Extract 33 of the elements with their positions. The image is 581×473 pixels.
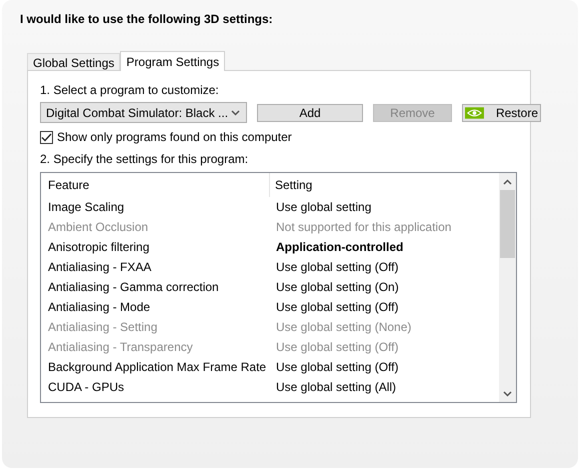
feature-cell[interactable]: CUDA - GPUs	[41, 378, 270, 396]
column-header[interactable]: Setting	[270, 173, 499, 197]
specify-label: 2. Specify the settings for this program:	[40, 151, 250, 166]
scroll-down-icon[interactable]	[503, 390, 512, 396]
action-button[interactable]: Add	[257, 104, 363, 122]
checkmark-icon	[41, 132, 52, 142]
eye-logo-icon	[465, 106, 484, 118]
tab[interactable]: Program Settings	[120, 51, 226, 71]
restore-button[interactable]: Restore	[462, 104, 541, 122]
feature-cell[interactable]: Background Application Max Frame Rate	[41, 358, 270, 376]
program-dropdown[interactable]: Digital Combat Simulator: Black ...	[40, 102, 247, 123]
feature-cell[interactable]: Antialiasing - Gamma correction	[41, 278, 270, 296]
setting-cell[interactable]: Application-controlled	[270, 238, 499, 256]
feature-cell[interactable]: Antialiasing - FXAA	[41, 258, 270, 276]
setting-cell[interactable]: Use global setting (All)	[270, 378, 499, 396]
setting-cell[interactable]: Use global setting	[270, 198, 499, 216]
column-header[interactable]: Feature	[41, 173, 270, 197]
scroll-up-icon[interactable]	[503, 178, 512, 184]
setting-cell[interactable]: Use global setting (Off)	[270, 258, 499, 276]
dropdown-caret-icon[interactable]	[231, 110, 240, 116]
scrollbar-thumb[interactable]	[500, 190, 515, 258]
feature-cell[interactable]: Anisotropic filtering	[41, 238, 270, 256]
checkbox[interactable]	[40, 130, 53, 144]
select-label: 1. Select a program to customize:	[40, 82, 220, 97]
checkbox-label[interactable]: Show only programs found on this computer	[57, 128, 292, 146]
section-heading: I would like to use the following 3D settings:	[20, 11, 274, 26]
setting-cell[interactable]: Use global setting (Off)	[270, 298, 499, 316]
scrollbar[interactable]	[499, 173, 516, 402]
setting-cell[interactable]: Use global setting (Off)	[270, 358, 499, 376]
feature-cell[interactable]: Antialiasing - Mode	[41, 298, 270, 316]
feature-cell[interactable]: Image Scaling	[41, 198, 270, 216]
tab[interactable]: Global Settings	[27, 53, 120, 70]
setting-cell[interactable]: Use global setting (On)	[270, 278, 499, 296]
